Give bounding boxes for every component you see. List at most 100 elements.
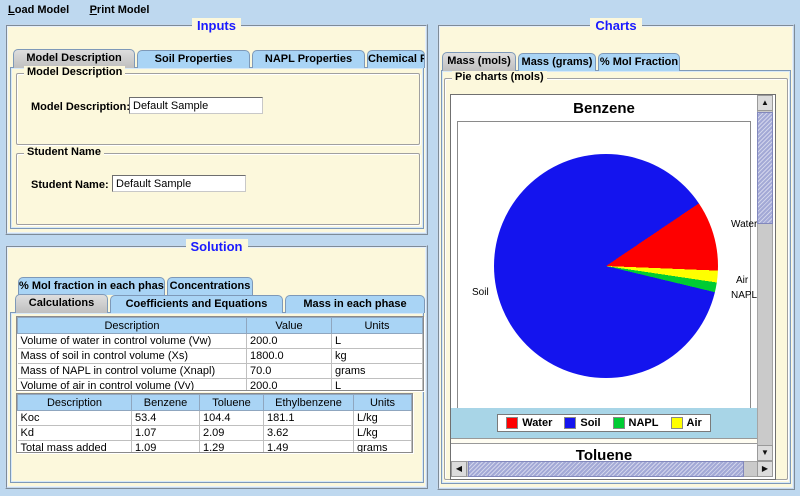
table-cell[interactable]: 1.29	[200, 441, 264, 454]
table-cell[interactable]: 1.07	[132, 426, 200, 441]
legend-item-napl: NAPL	[613, 417, 659, 429]
table-cell[interactable]: grams	[354, 441, 412, 454]
pie-charts-group: Pie charts (mols) Benzene Water Soil Air…	[444, 78, 788, 480]
air-swatch-icon	[671, 417, 683, 429]
menu-print-model-rest: rint Model	[97, 4, 150, 16]
table-row: Kd 1.07 2.09 3.62 L/kg	[18, 426, 412, 441]
tab-mol-fraction-chart[interactable]: % Mol Fraction	[598, 53, 680, 71]
charts-viewport: Benzene Water Soil Air NAPL Water Soil	[451, 95, 757, 461]
table-cell[interactable]: 2.09	[200, 426, 264, 441]
menu-load-model-rest: oad Model	[15, 4, 69, 16]
table-row: Mass of NAPL in control volume (Xnapl) 7…	[18, 364, 423, 379]
model-description-input[interactable]	[129, 97, 263, 114]
scroll-down-icon[interactable]: ▼	[757, 445, 773, 461]
menu-load-model-mnemonic: L	[8, 4, 15, 16]
table-cell[interactable]: grams	[332, 364, 423, 379]
horizontal-scrollbar-thumb[interactable]	[468, 461, 744, 477]
menu-print-model-mnemonic: P	[90, 4, 97, 16]
solution-panel: Solution % Mol fraction in each phase Co…	[5, 245, 428, 489]
table-cell[interactable]: 181.1	[264, 411, 354, 426]
legend-label: Air	[687, 417, 702, 429]
charts-panel-title: Charts	[439, 17, 793, 35]
tab-concentrations[interactable]: Concentrations	[167, 277, 253, 295]
table-row: Koc 53.4 104.4 181.1 L/kg	[18, 411, 412, 426]
tab-mass-grams[interactable]: Mass (grams)	[518, 53, 596, 71]
table-cell[interactable]: L/kg	[354, 426, 412, 441]
pie-label-soil: Soil	[472, 287, 489, 298]
table-row: Total mass added 1.09 1.29 1.49 grams	[18, 441, 412, 454]
table-cell[interactable]: Volume of water in control volume (Vw)	[18, 334, 247, 349]
table-row: Mass of soil in control volume (Xs) 1800…	[18, 349, 423, 364]
scroll-left-icon[interactable]: ◀	[451, 461, 467, 477]
inputs-panel-title: Inputs	[7, 17, 426, 35]
table-row: Volume of air in control volume (Vv) 200…	[18, 379, 423, 392]
student-name-label: Student Name:	[31, 179, 109, 191]
tab-chemical-properties[interactable]: Chemical Properties	[367, 50, 425, 68]
menu-load-model[interactable]: Load Model	[0, 1, 77, 18]
tab-coefficients-equations[interactable]: Coefficients and Equations	[110, 295, 283, 313]
napl-swatch-icon	[613, 417, 625, 429]
table-cell[interactable]: Volume of air in control volume (Vv)	[18, 379, 247, 392]
table-cell[interactable]: Kd	[18, 426, 132, 441]
legend-item-water: Water	[506, 417, 552, 429]
charts-panel: Charts Mass (mols) Mass (grams) % Mol Fr…	[437, 24, 795, 490]
legend-label: Soil	[580, 417, 600, 429]
tab-mol-fraction[interactable]: % Mol fraction in each phase	[18, 277, 165, 295]
scroll-up-icon[interactable]: ▲	[757, 95, 773, 111]
model-description-label: Model Description:	[31, 101, 130, 113]
model-description-group: Model Description Model Description:	[16, 73, 420, 145]
benzene-legend: Water Soil NAPL Air	[497, 414, 711, 432]
column-header-ethylbenzene: Ethylbenzene	[264, 395, 354, 411]
benzene-pie	[494, 154, 718, 378]
table-cell[interactable]: 53.4	[132, 411, 200, 426]
table-cell[interactable]: kg	[332, 349, 423, 364]
vertical-scrollbar[interactable]: ▲ ▼	[757, 95, 773, 461]
table-cell[interactable]: 1.49	[264, 441, 354, 454]
tab-calculations[interactable]: Calculations	[15, 294, 108, 313]
chemical-table-wrap: Description Benzene Toluene Ethylbenzene…	[16, 393, 413, 453]
table-cell[interactable]: Mass of NAPL in control volume (Xnapl)	[18, 364, 247, 379]
table-cell[interactable]: 70.0	[247, 364, 332, 379]
student-name-input[interactable]	[112, 175, 246, 192]
table-cell[interactable]: Koc	[18, 411, 132, 426]
model-description-group-title: Model Description	[24, 66, 125, 78]
table-cell[interactable]: L/kg	[354, 411, 412, 426]
toluene-chart-title: Toluene	[451, 447, 757, 461]
table-cell[interactable]: L	[332, 379, 423, 392]
table-cell[interactable]: 200.0	[247, 334, 332, 349]
control-volume-header-row: Description Value Units	[18, 318, 423, 334]
tab-soil-properties[interactable]: Soil Properties	[137, 50, 250, 68]
column-header-units: Units	[332, 318, 423, 334]
vertical-scrollbar-thumb[interactable]	[757, 112, 773, 224]
tab-mass-mols[interactable]: Mass (mols)	[442, 52, 516, 71]
column-header-toluene: Toluene	[200, 395, 264, 411]
table-cell[interactable]: 200.0	[247, 379, 332, 392]
legend-item-soil: Soil	[564, 417, 600, 429]
table-cell[interactable]: 1.09	[132, 441, 200, 454]
menu-bar: Load Model Print Model	[0, 0, 800, 19]
charts-scrollpane: Benzene Water Soil Air NAPL Water Soil	[450, 94, 776, 480]
legend-item-air: Air	[671, 417, 702, 429]
chemical-table: Description Benzene Toluene Ethylbenzene…	[17, 394, 412, 453]
chart-divider	[451, 438, 757, 444]
menu-print-model[interactable]: Print Model	[82, 1, 158, 18]
table-cell[interactable]: 3.62	[264, 426, 354, 441]
horizontal-scrollbar[interactable]: ◀ ▶	[451, 461, 773, 477]
control-volume-table-wrap: Description Value Units Volume of water …	[16, 316, 424, 391]
tab-napl-properties[interactable]: NAPL Properties	[252, 50, 365, 68]
table-cell[interactable]: Total mass added	[18, 441, 132, 454]
chemical-header-row: Description Benzene Toluene Ethylbenzene…	[18, 395, 412, 411]
pie-label-air: Air	[736, 275, 748, 286]
table-cell[interactable]: Mass of soil in control volume (Xs)	[18, 349, 247, 364]
pie-label-napl: NAPL	[731, 290, 757, 301]
table-cell[interactable]: 1800.0	[247, 349, 332, 364]
table-cell[interactable]: 104.4	[200, 411, 264, 426]
inputs-panel: Inputs Model Description Soil Properties…	[5, 24, 428, 235]
tab-mass-each-phase[interactable]: Mass in each phase	[285, 295, 425, 313]
scroll-right-icon[interactable]: ▶	[757, 461, 773, 477]
table-cell[interactable]: L	[332, 334, 423, 349]
control-volume-table: Description Value Units Volume of water …	[17, 317, 423, 391]
app-window: Load Model Print Model Inputs Model Desc…	[0, 0, 800, 496]
column-header-benzene: Benzene	[132, 395, 200, 411]
pie-charts-group-title: Pie charts (mols)	[452, 71, 547, 83]
